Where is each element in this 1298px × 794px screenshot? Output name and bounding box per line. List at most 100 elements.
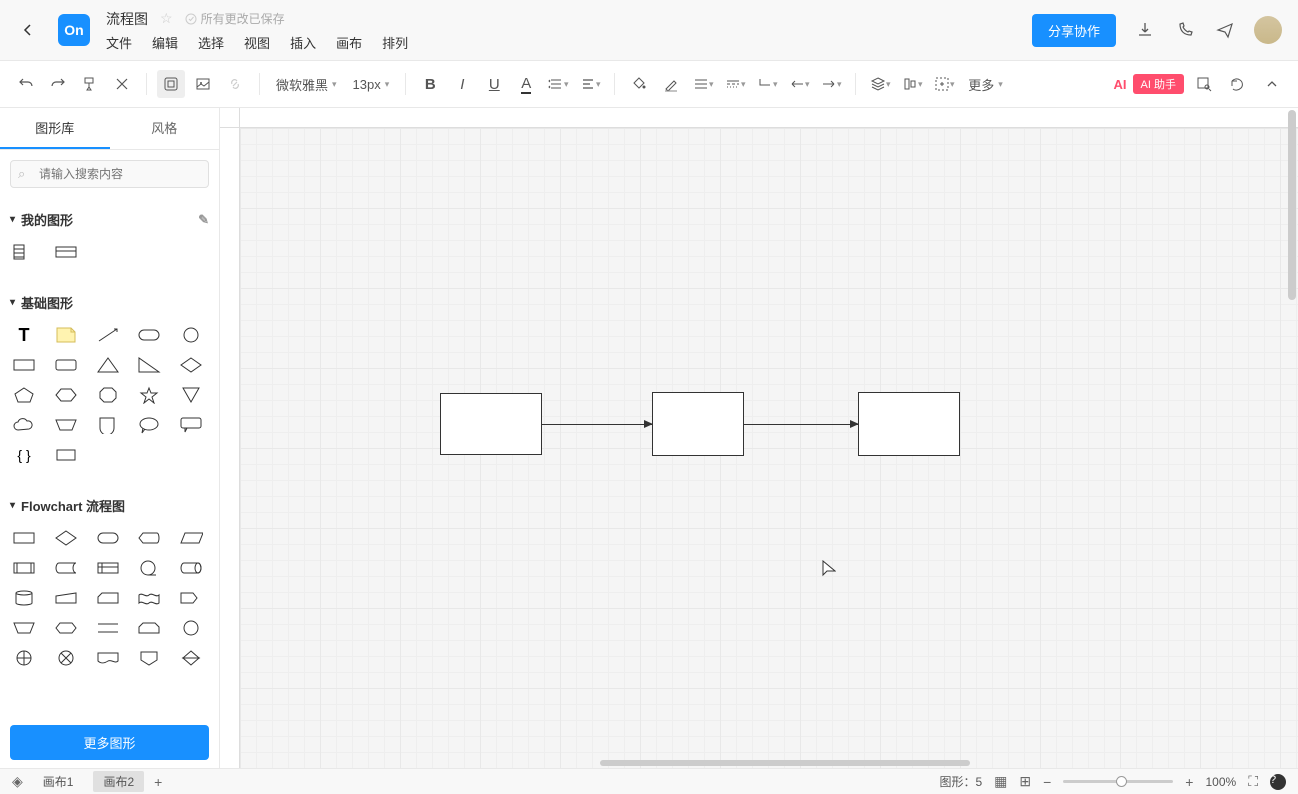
back-button[interactable] [16, 18, 40, 42]
tab-shapes[interactable]: 图形库 [0, 108, 110, 149]
bold-button[interactable]: B [416, 70, 444, 98]
shape-card[interactable] [94, 587, 122, 609]
shape-star[interactable] [135, 384, 163, 406]
star-icon[interactable]: ☆ [160, 10, 173, 27]
shape-tape[interactable] [135, 587, 163, 609]
format-painter-button[interactable] [76, 70, 104, 98]
shape-sequential[interactable] [135, 557, 163, 579]
align-button[interactable]: ▾ [576, 70, 604, 98]
shape-callout[interactable] [135, 414, 163, 436]
font-family-select[interactable]: 微软雅黑▾ [270, 73, 343, 96]
shape-braces[interactable]: { } [10, 444, 38, 466]
menu-view[interactable]: 视图 [244, 33, 270, 52]
tab-style[interactable]: 风格 [110, 108, 220, 149]
menu-insert[interactable]: 插入 [290, 33, 316, 52]
section-basic-shapes[interactable]: ▾基础图形 [10, 287, 209, 318]
shape-internal-storage[interactable] [94, 557, 122, 579]
flowchart-box-1[interactable] [440, 393, 542, 455]
shape-display[interactable] [135, 527, 163, 549]
shape-sort[interactable] [177, 647, 205, 669]
send-icon[interactable] [1214, 19, 1236, 41]
zoom-level[interactable]: 100% [1205, 775, 1236, 789]
shape-rect[interactable] [10, 354, 38, 376]
flowchart-arrow-2[interactable] [744, 424, 858, 425]
shape-delay[interactable] [177, 587, 205, 609]
search-button[interactable] [1190, 70, 1218, 98]
shape-line[interactable] [94, 324, 122, 346]
menu-canvas[interactable]: 画布 [336, 33, 362, 52]
shape-document[interactable] [94, 647, 122, 669]
shape-offpage[interactable] [135, 647, 163, 669]
layer-button[interactable]: ▾ [866, 70, 894, 98]
download-icon[interactable] [1134, 19, 1156, 41]
shape-pentagon[interactable] [10, 384, 38, 406]
more-shapes-button[interactable]: 更多图形 [10, 725, 209, 760]
layout-icon[interactable]: ▦ [994, 773, 1007, 790]
font-size-select[interactable]: 13px▾ [347, 75, 396, 94]
section-my-shapes[interactable]: ▾我的图形 ✎ [10, 204, 209, 235]
share-button[interactable]: 分享协作 [1032, 14, 1116, 47]
undo-button[interactable] [12, 70, 40, 98]
menu-edit[interactable]: 编辑 [152, 33, 178, 52]
shape-manual-input[interactable] [52, 587, 80, 609]
menu-file[interactable]: 文件 [106, 33, 132, 52]
shape-cloud[interactable] [10, 414, 38, 436]
shape-manual-op[interactable] [10, 617, 38, 639]
arrow-end-button[interactable]: ▾ [817, 70, 845, 98]
layers-icon[interactable]: ◈ [12, 773, 23, 790]
history-button[interactable] [1224, 70, 1252, 98]
canvas-scrollbar[interactable] [600, 760, 970, 766]
shape-direct-data[interactable] [177, 557, 205, 579]
shape-shield[interactable] [177, 384, 205, 406]
stroke-width-button[interactable]: ▾ [689, 70, 717, 98]
grid-icon[interactable]: ⊞ [1019, 773, 1031, 790]
shape-parallel[interactable] [94, 617, 122, 639]
shape-triangle[interactable] [94, 354, 122, 376]
canvas-tab-2[interactable]: 画布2 [93, 771, 144, 792]
stroke-color-button[interactable] [657, 70, 685, 98]
font-color-button[interactable]: A [512, 70, 540, 98]
add-canvas-button[interactable]: + [154, 774, 162, 790]
section-flowchart[interactable]: ▾Flowchart 流程图 [10, 490, 209, 521]
image-button[interactable] [189, 70, 217, 98]
more-button[interactable]: 更多▾ [962, 73, 1009, 96]
shape-summing[interactable] [52, 647, 80, 669]
flowchart-box-3[interactable] [858, 392, 960, 456]
arrow-start-button[interactable]: ▾ [785, 70, 813, 98]
right-scrollbar[interactable] [1288, 110, 1296, 300]
redo-button[interactable] [44, 70, 72, 98]
italic-button[interactable]: I [448, 70, 476, 98]
search-input[interactable] [10, 160, 209, 188]
shape-text[interactable]: T [10, 324, 38, 346]
shape-custom-2[interactable] [52, 241, 80, 263]
shape-loop-limit[interactable] [135, 617, 163, 639]
ai-assistant-button[interactable]: AI 助手 [1133, 74, 1184, 94]
stroke-style-button[interactable]: ▾ [721, 70, 749, 98]
shape-stored-data[interactable] [52, 557, 80, 579]
shape-rounded-rect[interactable] [135, 324, 163, 346]
phone-icon[interactable] [1174, 19, 1196, 41]
help-button[interactable]: ? [1270, 774, 1286, 790]
container-button[interactable] [157, 70, 185, 98]
underline-button[interactable]: U [480, 70, 508, 98]
shape-circle[interactable] [177, 324, 205, 346]
zoom-in-button[interactable]: + [1185, 774, 1193, 790]
shape-right-triangle[interactable] [135, 354, 163, 376]
shape-database[interactable] [10, 587, 38, 609]
shape-predefined[interactable] [10, 557, 38, 579]
shape-hexagon[interactable] [52, 384, 80, 406]
connector-button[interactable]: ▾ [753, 70, 781, 98]
shape-process[interactable] [10, 527, 38, 549]
fill-color-button[interactable] [625, 70, 653, 98]
link-button[interactable] [221, 70, 249, 98]
align-objects-button[interactable]: ▾ [898, 70, 926, 98]
document-title[interactable]: 流程图 [106, 9, 148, 29]
zoom-out-button[interactable]: − [1043, 774, 1051, 790]
canvas-tab-1[interactable]: 画布1 [33, 771, 84, 792]
flowchart-box-2[interactable] [652, 392, 744, 456]
canvas[interactable] [240, 128, 1298, 768]
style-button[interactable] [108, 70, 136, 98]
shape-trapezoid[interactable] [52, 414, 80, 436]
shape-teardrop[interactable] [94, 414, 122, 436]
edit-icon[interactable]: ✎ [198, 212, 209, 228]
